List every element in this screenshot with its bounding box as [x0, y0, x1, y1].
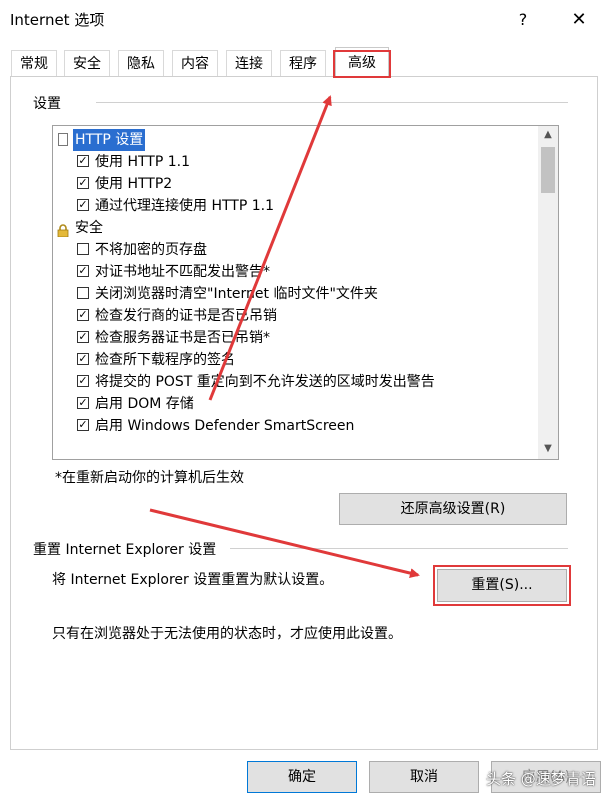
reset-group-line — [230, 548, 568, 549]
tree-item-label: 将提交的 POST 重定向到不允许发送的区域时发出警告 — [95, 374, 435, 390]
tree-item-label: 使用 HTTP2 — [95, 176, 173, 192]
checkbox[interactable] — [77, 287, 89, 299]
ok-button[interactable]: 确定 — [247, 761, 357, 793]
reset-group-label: 重置 Internet Explorer 设置 — [33, 539, 217, 559]
scroll-up-icon[interactable]: ▲ — [538, 126, 558, 144]
close-icon[interactable]: ✕ — [564, 6, 594, 34]
tab-privacy[interactable]: 隐私 — [118, 50, 164, 76]
checkbox[interactable]: ✓ — [77, 309, 89, 321]
tree-item-label: 检查服务器证书是否已吊销* — [95, 330, 270, 346]
settings-tree[interactable]: HTTP 设置 ✓ 使用 HTTP 1.1 ✓ 使用 HTTP2 ✓ 通过代理连… — [52, 125, 559, 460]
tree-item-label: 使用 HTTP 1.1 — [95, 154, 190, 170]
checkbox[interactable]: ✓ — [77, 265, 89, 277]
help-button[interactable]: ? — [509, 6, 537, 34]
checkbox[interactable]: ✓ — [77, 155, 89, 167]
reset-description: 将 Internet Explorer 设置重置为默认设置。 — [52, 572, 334, 588]
checkbox[interactable]: ✓ — [77, 375, 89, 387]
checkbox[interactable]: ✓ — [77, 419, 89, 431]
reset-button[interactable]: 重置(S)... — [437, 569, 567, 602]
tab-connections[interactable]: 连接 — [226, 50, 272, 76]
tree-item-label: 启用 Windows Defender SmartScreen — [95, 418, 355, 434]
tree-item-label: 通过代理连接使用 HTTP 1.1 — [95, 198, 274, 214]
restart-note: *在重新启动你的计算机后生效 — [55, 470, 244, 486]
title-bar: Internet 选项 ? ✕ — [0, 0, 611, 40]
checkbox[interactable]: ✓ — [77, 199, 89, 211]
restore-advanced-button[interactable]: 还原高级设置(R) — [339, 493, 567, 525]
page-icon — [58, 133, 68, 146]
checkbox[interactable]: ✓ — [77, 353, 89, 365]
tab-programs[interactable]: 程序 — [280, 50, 326, 76]
settings-group-label: 设置 — [33, 93, 61, 113]
tree-item-label: 对证书地址不匹配发出警告* — [95, 264, 270, 280]
checkbox[interactable]: ✓ — [77, 331, 89, 343]
tree-item-label: 关闭浏览器时清空"Internet 临时文件"文件夹 — [95, 286, 378, 302]
window-title: Internet 选项 — [10, 11, 105, 29]
tree-item-label: 检查所下载程序的签名 — [95, 352, 235, 368]
tab-general[interactable]: 常规 — [11, 50, 57, 76]
checkbox[interactable] — [77, 243, 89, 255]
scroll-down-icon[interactable]: ▼ — [538, 440, 558, 458]
cancel-button[interactable]: 取消 — [369, 761, 479, 793]
tree-item-label: 检查发行商的证书是否已吊销 — [95, 308, 277, 324]
scrollbar-thumb[interactable] — [541, 147, 555, 193]
settings-group-line — [96, 102, 568, 103]
tree-item-label: 不将加密的页存盘 — [95, 242, 207, 258]
lock-icon — [57, 222, 69, 238]
watermark: 头条 @速梦青语 — [486, 770, 596, 788]
tab-security[interactable]: 安全 — [64, 50, 110, 76]
tab-content[interactable]: 内容 — [172, 50, 218, 76]
tab-advanced[interactable]: 高级 — [335, 47, 389, 77]
checkbox[interactable]: ✓ — [77, 177, 89, 189]
tree-category-label: HTTP 设置 — [73, 129, 146, 151]
tree-category-label: 安全 — [75, 220, 103, 236]
reset-warning-note: 只有在浏览器处于无法使用的状态时，才应使用此设置。 — [52, 626, 402, 642]
tree-item-label: 启用 DOM 存储 — [95, 396, 194, 412]
checkbox[interactable]: ✓ — [77, 397, 89, 409]
